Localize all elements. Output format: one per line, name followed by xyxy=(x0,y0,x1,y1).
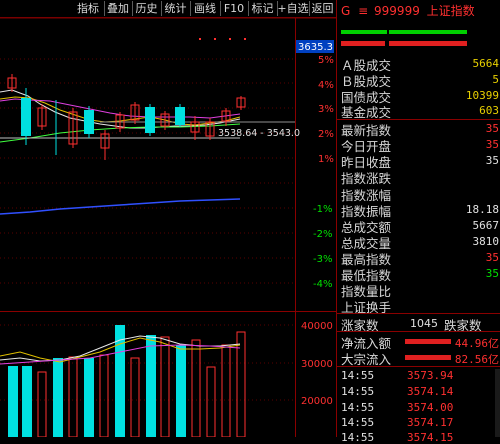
pct-tick: 5% xyxy=(318,55,334,66)
tick-price: 3574.15 xyxy=(407,431,454,444)
pct-axis-neg: -1% -2% -3% -4% xyxy=(313,204,332,290)
stat-value: 3810 xyxy=(472,235,500,248)
stat-value: 603 xyxy=(479,104,499,117)
ratio-bar-red xyxy=(389,41,467,46)
stat-value: 35 xyxy=(485,122,499,135)
tick-time: 14:55 xyxy=(341,431,375,444)
pct-axis: 5% 4% 3% 2% 1% xyxy=(318,55,334,165)
ratio-bar-green xyxy=(341,30,387,34)
pct-tick: -3% xyxy=(313,254,332,265)
vol-tick: 40000 xyxy=(301,321,333,332)
stat-value: 5 xyxy=(492,73,499,86)
pct-tick: 4% xyxy=(318,80,334,91)
tick-price: 3573.94 xyxy=(407,369,454,382)
tick-time: 14:55 xyxy=(341,369,375,382)
pct-tick: 3% xyxy=(318,104,334,115)
stat-value: 18.18 xyxy=(465,203,499,216)
stat-value: 5664 xyxy=(472,57,500,70)
pct-tick: -1% xyxy=(313,204,332,215)
ratio-bar-red xyxy=(341,41,385,46)
tick-price: 3574.14 xyxy=(407,385,454,398)
block-inflow-value: 82.56亿 xyxy=(454,353,499,366)
pct-tick: -2% xyxy=(313,229,332,240)
stat-value: 35 xyxy=(485,251,499,264)
price-marker: 3635.3 xyxy=(298,42,333,53)
tick-time: 14:55 xyxy=(341,385,375,398)
stat-value: 10399 xyxy=(465,89,499,102)
pct-tick: 2% xyxy=(318,129,334,140)
quote-panel: G ≡ 999999 上证指数 Ａ股成交 5664 Ｂ股成交 5 国债成交 10399 基金… xyxy=(336,0,500,444)
stat-value: 35 xyxy=(485,154,499,167)
kline-chart[interactable]: 3635.3 3538.64 - 3543.0 5% 4% 3% 2% 1% -… xyxy=(0,0,336,437)
vol-tick: 20000 xyxy=(301,396,333,407)
range-label: 3538.64 - 3543.0 xyxy=(218,128,300,139)
stat-value: 5667 xyxy=(472,219,500,232)
ratio-bar-green xyxy=(389,30,467,34)
tick-price: 3574.17 xyxy=(407,416,454,429)
group-badge: G xyxy=(341,4,351,18)
ma-line-blue xyxy=(0,198,241,215)
menu-icon[interactable]: ≡ xyxy=(358,4,368,18)
stat-value: 35 xyxy=(485,138,499,151)
stock-code: 999999 xyxy=(374,4,420,18)
stock-name: 上证指数 xyxy=(426,4,475,18)
tick-price: 3574.00 xyxy=(407,401,454,414)
net-inflow-value: 44.96亿 xyxy=(454,337,499,350)
tick-time: 14:55 xyxy=(341,401,375,414)
tick-time: 14:55 xyxy=(341,416,375,429)
vol-tick: 30000 xyxy=(301,359,333,370)
pct-tick: 1% xyxy=(318,154,334,165)
net-inflow-bar xyxy=(405,339,451,344)
vol-axis: 40000 30000 20000 xyxy=(301,321,333,407)
tick-scroll-handle[interactable] xyxy=(495,369,500,437)
candles xyxy=(7,74,246,160)
up-count-value: 1045 xyxy=(410,317,438,330)
block-inflow-bar xyxy=(405,355,451,360)
stat-value: 35 xyxy=(485,267,499,280)
panel-header: G ≡ 999999 上证指数 xyxy=(341,2,475,19)
pct-tick: -4% xyxy=(313,279,332,290)
